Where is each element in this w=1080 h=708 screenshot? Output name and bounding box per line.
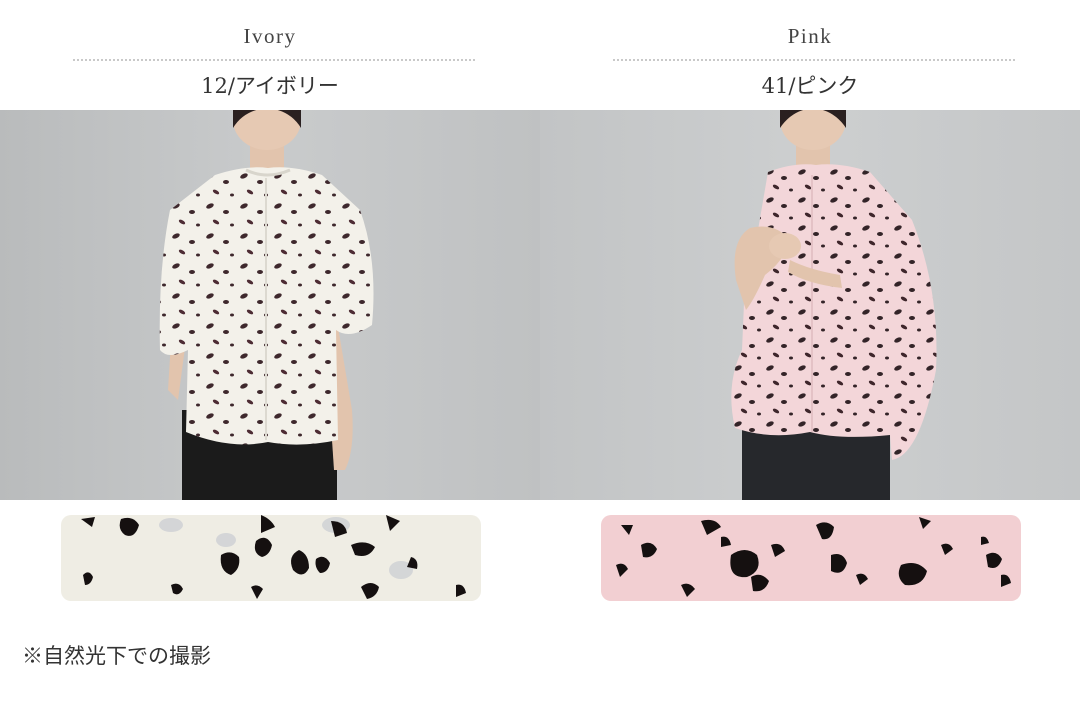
model-photo-pink [540,110,1080,500]
color-name-en: Pink [787,24,833,48]
color-name-en: Ivory [243,24,297,48]
model-photo-ivory [0,110,540,500]
fabric-swatch-pink [601,515,1021,601]
dotted-divider [613,59,1015,61]
lighting-note: ※自然光下での撮影 [22,644,211,668]
color-column-pink: Pink 41/ピンク [540,0,1080,708]
color-column-ivory: Ivory 12/アイボリー [0,0,540,708]
dotted-divider [73,59,475,61]
color-name-jp: 12/アイボリー [201,74,339,98]
color-name-jp: 41/ピンク [761,74,859,98]
fabric-swatch-ivory [61,515,481,601]
